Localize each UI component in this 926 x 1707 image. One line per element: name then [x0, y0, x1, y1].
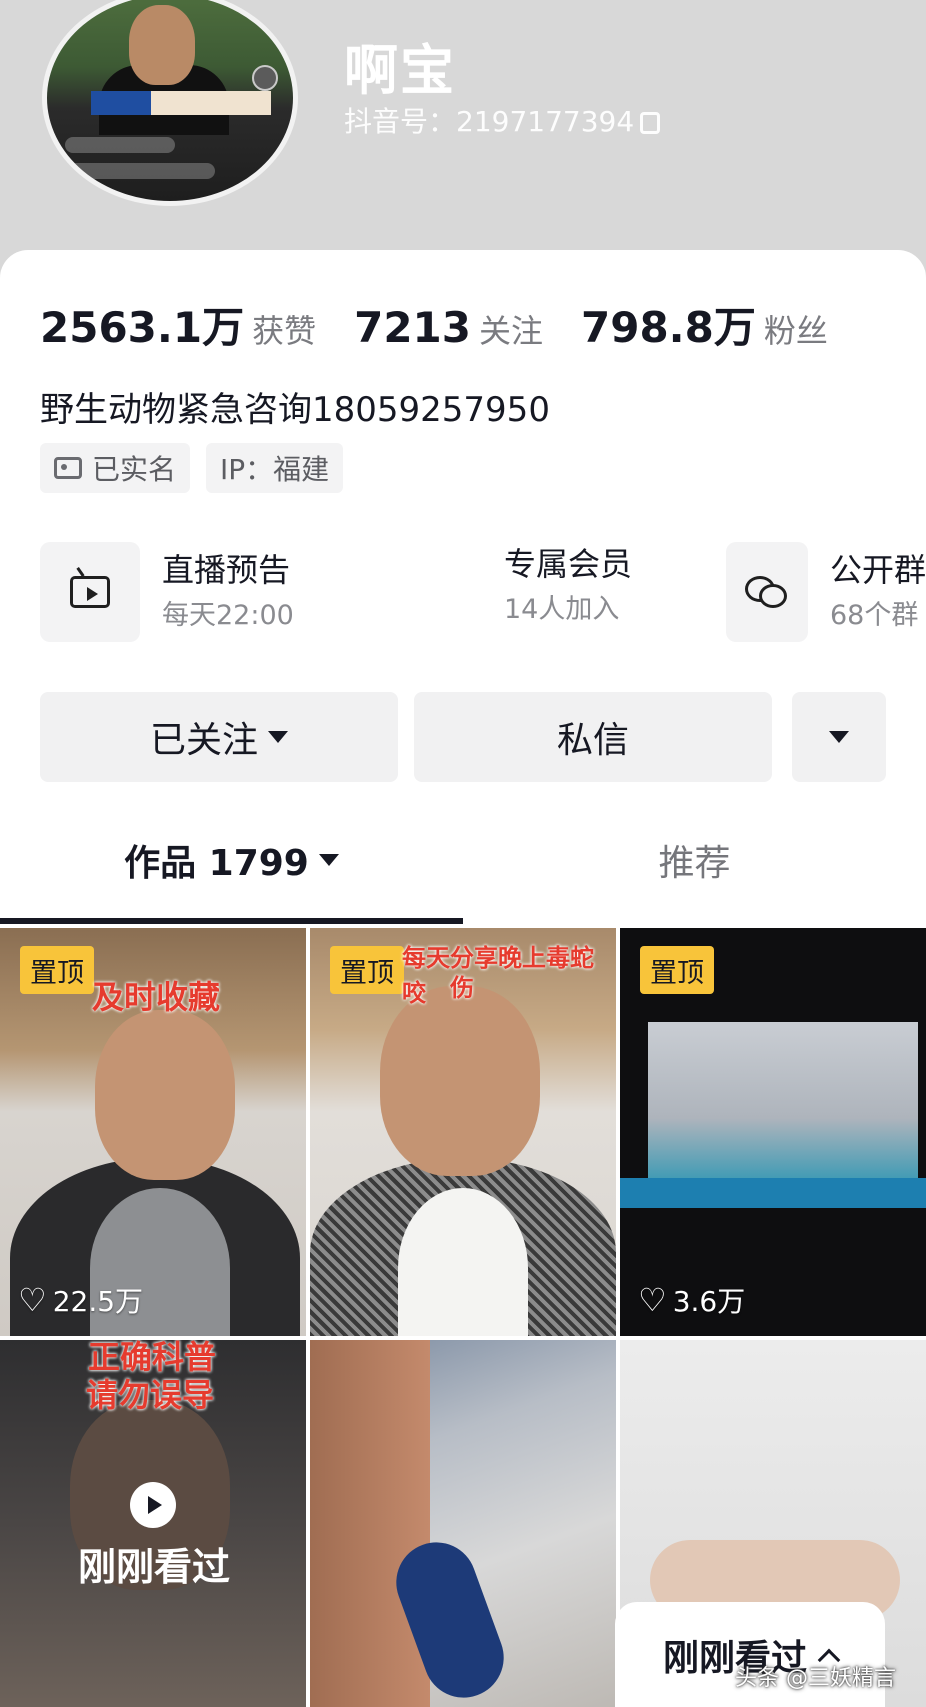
group-icon-box — [726, 542, 808, 642]
video-tile[interactable]: 置顶 每天分享晚上毒蛇咬 伤 — [310, 928, 616, 1336]
group-subtitle: 68个群 — [829, 600, 919, 631]
group-item[interactable]: 公开群 68个群 — [726, 542, 926, 642]
live-icon-box — [40, 542, 140, 642]
more-button[interactable] — [792, 692, 886, 782]
video-thumb-head — [95, 1010, 235, 1180]
actions-row: 已关注 私信 — [40, 692, 886, 782]
pin-badge: 置顶 — [330, 946, 404, 994]
stat-label: 粉丝 — [763, 312, 828, 350]
stat-value: 798.8万 — [581, 303, 756, 352]
video-thumb-screen — [648, 1022, 918, 1182]
pin-badge: 置顶 — [20, 946, 94, 994]
avatar[interactable] — [42, 0, 298, 206]
avatar-banner-accent — [91, 91, 151, 115]
stats-row: 2563.1万 获赞 7213 关注 798.8万 粉丝 — [40, 294, 866, 355]
profile-header: 啊宝 抖音号：2197177394 — [0, 0, 926, 270]
member-subtitle: 14人加入 — [504, 594, 620, 625]
stat-following[interactable]: 7213 关注 — [354, 303, 543, 352]
video-thumb-head — [380, 986, 540, 1176]
avatar-comment — [65, 163, 215, 179]
stat-followers[interactable]: 798.8万 粉丝 — [581, 294, 828, 355]
video-overlay-text: 伤 — [450, 974, 474, 1002]
follow-button[interactable]: 已关注 — [40, 692, 398, 782]
tv-icon — [70, 576, 110, 608]
tags-row: 已实名 IP：福建 — [40, 443, 359, 493]
member-title: 专属会员 — [504, 545, 633, 583]
video-thumb-arm — [310, 1340, 430, 1707]
verified-tag[interactable]: 已实名 — [40, 443, 191, 493]
live-subtitle: 每天22:00 — [162, 600, 294, 631]
ip-label: IP：福建 — [220, 453, 330, 486]
bio: 野生动物紧急咨询18059257950 — [40, 390, 550, 430]
avatar-comment — [65, 137, 175, 153]
video-tile[interactable] — [310, 1340, 616, 1707]
video-overlay-text: 请勿误导 — [86, 1376, 215, 1414]
tab-recommend[interactable]: 推荐 — [463, 810, 926, 910]
pin-badge: 置顶 — [640, 946, 714, 994]
caret-down-icon — [829, 731, 849, 743]
group-title: 公开群 — [829, 551, 926, 589]
features-row: 直播预告 每天22:00 专属会员 14人加入 公开群 68个群 — [40, 542, 926, 642]
avatar-badge — [252, 65, 278, 91]
message-label: 私信 — [556, 720, 629, 761]
video-thumb-shirt — [398, 1188, 528, 1336]
message-button[interactable]: 私信 — [414, 692, 772, 782]
like-count: ♡ 22.5万 — [18, 1280, 143, 1320]
video-tile[interactable]: 正确科普 请勿误导 刚刚看过 — [0, 1340, 306, 1707]
like-count-value: 3.6万 — [672, 1285, 746, 1318]
play-icon — [130, 1482, 176, 1528]
heart-icon: ♡ — [18, 1281, 47, 1319]
douyin-id[interactable]: 抖音号：2197177394 — [344, 100, 661, 140]
stat-label: 关注 — [479, 312, 544, 350]
like-count-value: 22.5万 — [52, 1285, 144, 1318]
video-overlay-text: 每天分享晚上毒蛇咬 — [402, 944, 594, 1007]
avatar-face — [129, 5, 195, 85]
active-tab-indicator — [0, 918, 463, 924]
copy-icon[interactable] — [640, 112, 661, 134]
like-count: ♡ 3.6万 — [638, 1280, 745, 1320]
caret-down-icon — [268, 731, 288, 743]
tab-recommend-label: 推荐 — [658, 843, 731, 884]
douyin-id-text: 抖音号：2197177394 — [344, 105, 635, 138]
live-preview-item[interactable]: 直播预告 每天22:00 — [40, 542, 294, 642]
stat-value: 7213 — [354, 303, 471, 352]
member-item[interactable]: 专属会员 14人加入 — [504, 542, 632, 630]
stat-value: 2563.1万 — [40, 303, 245, 352]
tab-works-label: 作品 1799 — [124, 843, 309, 884]
watermark: 头条 @三妖精言 — [735, 1666, 896, 1691]
tab-works[interactable]: 作品 1799 — [0, 810, 463, 910]
live-title: 直播预告 — [162, 551, 291, 589]
ip-tag: IP：福建 — [206, 443, 344, 493]
video-grid: 置顶 及时收藏 ♡ 22.5万 置顶 每天分享晚上毒蛇咬 伤 置顶 ♡ 3.6万 正… — [0, 928, 926, 1707]
heart-icon: ♡ — [638, 1281, 667, 1319]
verified-label: 已实名 — [92, 453, 177, 486]
watched-label: 刚刚看过 — [78, 1545, 231, 1589]
chat-icon — [744, 574, 789, 610]
nickname: 啊宝 — [344, 39, 456, 102]
caret-down-icon — [318, 854, 339, 866]
video-tile[interactable]: 置顶 ♡ 3.6万 — [620, 928, 926, 1336]
stat-likes[interactable]: 2563.1万 获赞 — [40, 294, 316, 355]
profile-card: 2563.1万 获赞 7213 关注 798.8万 粉丝 野生动物紧急咨询180… — [0, 250, 926, 930]
id-card-icon — [54, 457, 82, 479]
video-tile[interactable]: 置顶 及时收藏 ♡ 22.5万 — [0, 928, 306, 1336]
tabs-bar: 作品 1799 推荐 — [0, 810, 926, 910]
stat-label: 获赞 — [252, 312, 317, 350]
video-overlay-text: 及时收藏 — [92, 978, 221, 1016]
follow-label: 已关注 — [149, 720, 258, 761]
video-thumb-bar — [620, 1178, 926, 1208]
